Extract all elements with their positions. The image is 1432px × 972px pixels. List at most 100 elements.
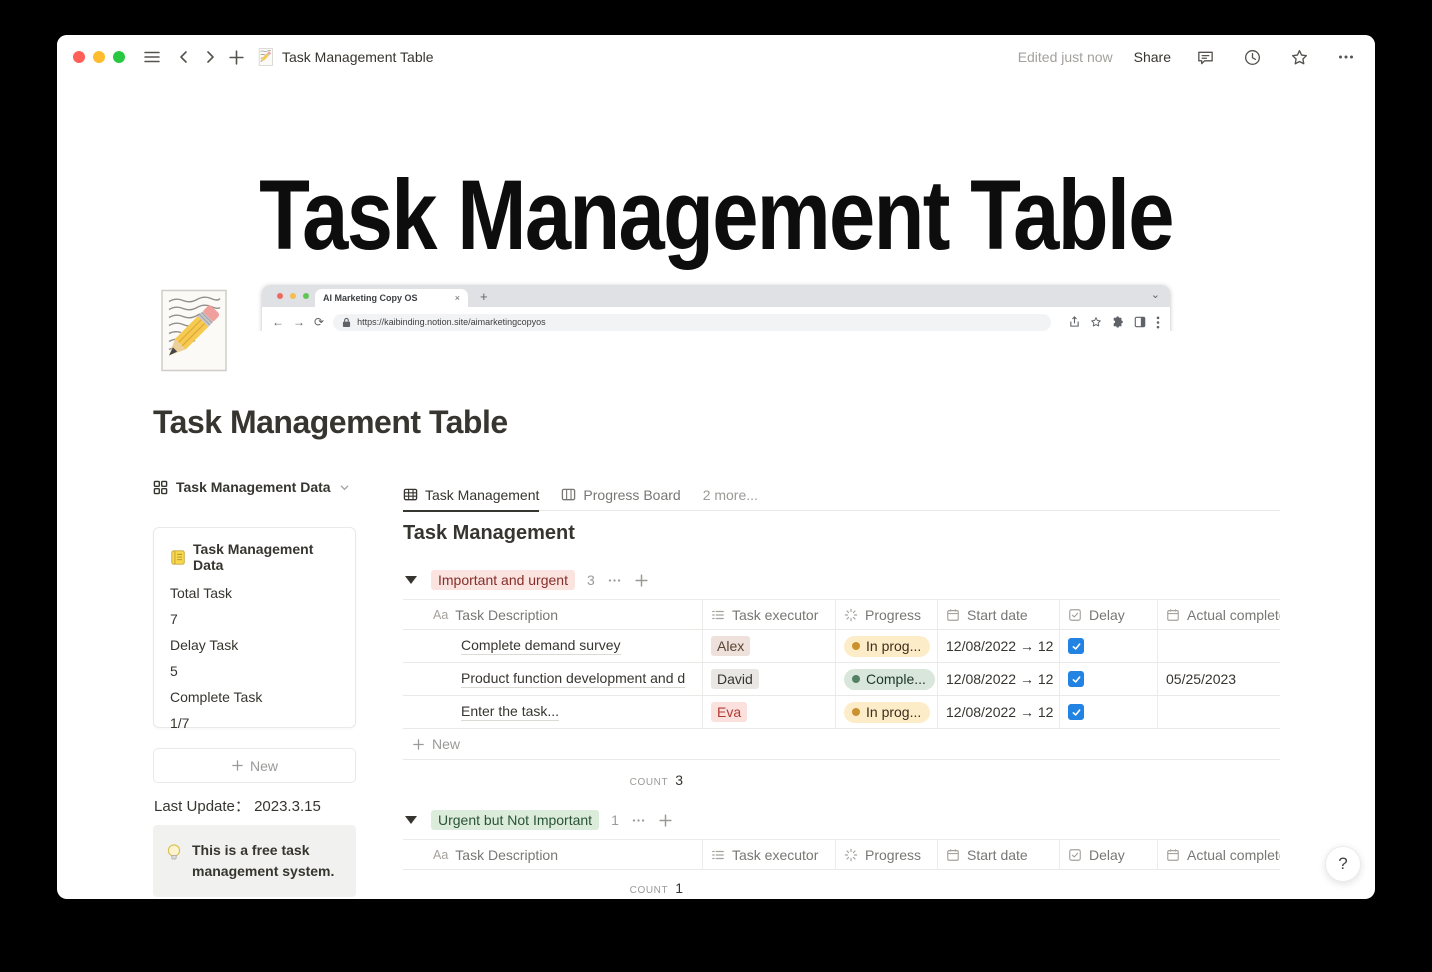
column-delay[interactable]: Delay (1060, 600, 1158, 629)
delay-cell[interactable] (1060, 663, 1158, 695)
card-title: Task Management Data (193, 541, 314, 573)
executor-cell[interactable]: David (703, 663, 836, 695)
mockup-menu-dots-icon (1156, 316, 1160, 328)
mockup-forward-icon: → (293, 315, 305, 329)
column-actual-complete[interactable]: Actual complete (1158, 600, 1280, 629)
table-row: Complete demand survey Alex In prog... 1… (403, 630, 1280, 663)
more-options-icon[interactable] (1333, 44, 1359, 70)
start-date-cell[interactable]: 12/08/2022 → 12 (938, 696, 1060, 728)
history-icon[interactable] (1239, 44, 1265, 70)
sidebar-menu-icon[interactable] (139, 44, 165, 70)
table-row: Enter the task... Eva In prog... 12/08/2… (403, 696, 1280, 729)
mockup-close-dot (277, 293, 283, 299)
start-date-cell[interactable]: 12/08/2022 → 12 (938, 630, 1060, 662)
checked-checkbox[interactable] (1068, 671, 1084, 687)
last-update-value: 2023.3.15 (254, 798, 321, 815)
column-delay[interactable]: Delay (1060, 840, 1158, 869)
collapse-triangle-icon[interactable] (405, 816, 417, 824)
column-actual-complete[interactable]: Actual complete (1158, 840, 1280, 869)
info-callout: This is a free task management system. (153, 825, 356, 897)
stat-value: 7 (170, 611, 178, 627)
group-options-icon[interactable] (607, 573, 622, 588)
view-tabs: Task Management Progress Board 2 more... (403, 478, 1280, 512)
page-memo-icon[interactable] (160, 288, 230, 373)
calendar-icon (946, 608, 960, 622)
database-view-select[interactable]: Task Management Data (153, 479, 350, 495)
plus-icon (413, 738, 424, 750)
column-task-description[interactable]: Aa Task Description (403, 600, 703, 629)
group-badge[interactable]: Urgent but Not Important (431, 810, 600, 830)
stat-value: 5 (170, 663, 178, 679)
new-page-icon[interactable] (223, 44, 249, 70)
ledger-icon (171, 549, 185, 565)
add-row-button[interactable]: New (403, 729, 1280, 760)
favorite-star-icon[interactable] (1286, 44, 1312, 70)
group-options-icon[interactable] (631, 813, 646, 828)
breadcrumb-title: Task Management Table (282, 49, 434, 65)
close-window-button[interactable] (73, 51, 85, 63)
progress-cell[interactable]: In prog... (836, 630, 938, 662)
start-date-cell[interactable]: 12/08/2022 → 12 (938, 663, 1060, 695)
mockup-bookmark-star-icon (1091, 317, 1101, 327)
group-add-icon[interactable] (658, 813, 673, 828)
mockup-back-icon: ← (272, 315, 284, 329)
checkbox-property-icon (1068, 848, 1082, 862)
mockup-url: https://kaibinding.notion.site/aimarketi… (357, 317, 546, 327)
list-property-icon (711, 848, 725, 862)
comments-icon[interactable] (1192, 44, 1218, 70)
mockup-new-tab-icon: + (480, 289, 488, 304)
help-button[interactable]: ? (1325, 846, 1361, 882)
calendar-icon (1166, 848, 1180, 862)
zoom-window-button[interactable] (113, 51, 125, 63)
callout-text: This is a free task management system. (192, 842, 335, 879)
page-cover: Task Management Table AI Marketing Copy … (57, 79, 1375, 331)
tab-progress-board[interactable]: Progress Board (561, 478, 681, 511)
lock-icon (342, 317, 351, 327)
task-title-cell[interactable]: Product function development and d (403, 663, 703, 695)
person-tag: Eva (711, 702, 748, 722)
column-progress[interactable]: Progress (836, 840, 938, 869)
checked-checkbox[interactable] (1068, 638, 1084, 654)
minimize-window-button[interactable] (93, 51, 105, 63)
breadcrumb[interactable]: Task Management Table (257, 48, 434, 66)
progress-cell[interactable]: In prog... (836, 696, 938, 728)
mockup-address-bar: https://kaibinding.notion.site/aimarketi… (333, 313, 1052, 331)
group-badge[interactable]: Important and urgent (431, 570, 575, 590)
mockup-profile-icon (1134, 316, 1146, 328)
actual-complete-cell[interactable] (1158, 630, 1280, 662)
group-add-icon[interactable] (634, 573, 649, 588)
executor-cell[interactable]: Eva (703, 696, 836, 728)
checked-checkbox[interactable] (1068, 704, 1084, 720)
column-task-executor[interactable]: Task executor (703, 840, 836, 869)
share-button[interactable]: Share (1134, 49, 1171, 65)
status-property-icon (844, 848, 858, 862)
mockup-max-dot (303, 293, 309, 299)
column-task-executor[interactable]: Task executor (703, 600, 836, 629)
actual-complete-cell[interactable]: 05/25/2023 (1158, 663, 1280, 695)
text-property-icon: Aa (433, 847, 449, 862)
delay-cell[interactable] (1060, 630, 1158, 662)
count-calculation[interactable]: COUNT 1 (403, 880, 703, 896)
tab-task-management[interactable]: Task Management (403, 478, 540, 512)
column-progress[interactable]: Progress (836, 600, 938, 629)
column-start-date[interactable]: Start date (938, 600, 1060, 629)
actual-complete-cell[interactable] (1158, 696, 1280, 728)
delay-cell[interactable] (1060, 696, 1158, 728)
summary-card[interactable]: Task Management Data Total Task 7 Delay … (153, 527, 356, 731)
status-dot (852, 675, 860, 683)
sidebar-new-button[interactable]: New (153, 748, 356, 783)
progress-cell[interactable]: Comple... (836, 663, 938, 695)
executor-cell[interactable]: Alex (703, 630, 836, 662)
memo-page-icon (258, 48, 273, 66)
titlebar: Task Management Table Edited just now Sh… (57, 35, 1375, 79)
column-task-description[interactable]: Aa Task Description (403, 840, 703, 869)
task-title-cell[interactable]: Complete demand survey (403, 630, 703, 662)
collapse-triangle-icon[interactable] (405, 576, 417, 584)
notion-window: Task Management Table Edited just now Sh… (57, 35, 1375, 899)
count-calculation[interactable]: COUNT 3 (403, 772, 703, 788)
task-title-cell[interactable]: Enter the task... (403, 696, 703, 728)
forward-icon[interactable] (197, 44, 223, 70)
column-start-date[interactable]: Start date (938, 840, 1060, 869)
tab-more[interactable]: 2 more... (703, 478, 758, 511)
back-icon[interactable] (171, 44, 197, 70)
